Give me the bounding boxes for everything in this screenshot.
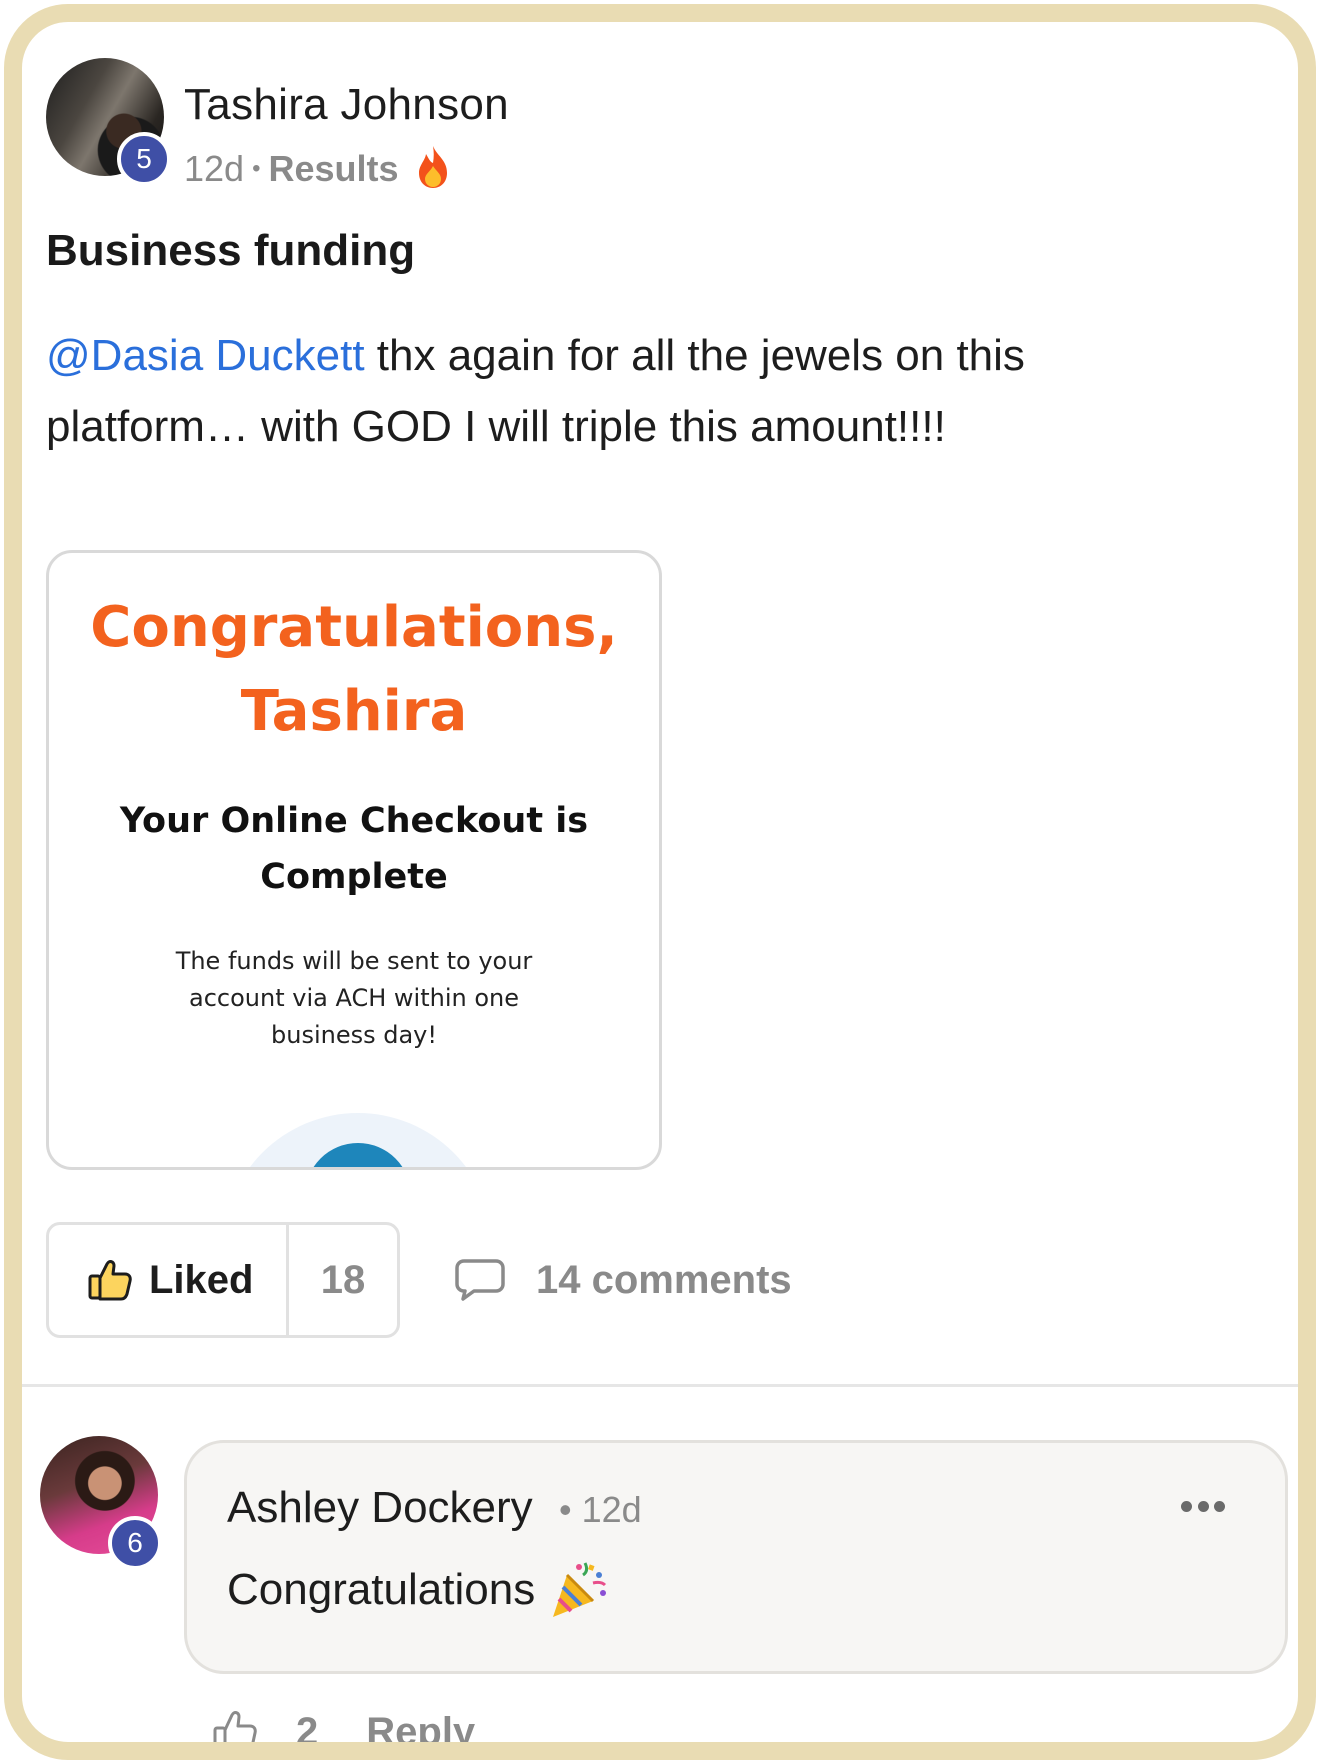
attachment-text: The funds will be sent to your account v…: [175, 947, 533, 1049]
author-level-badge: 5: [117, 132, 171, 186]
post-time: 12d: [184, 148, 245, 189]
attachment-headline-line2: Tashira: [240, 679, 468, 744]
commenter-name[interactable]: Ashley Dockery: [227, 1483, 533, 1533]
party-popper-icon: [553, 1562, 607, 1617]
post-card: 5 Tashira Johnson 12d • Results Business…: [4, 4, 1316, 1760]
like-label: Liked: [149, 1257, 254, 1302]
like-button[interactable]: Liked: [49, 1225, 289, 1335]
reply-button[interactable]: Reply: [366, 1710, 475, 1743]
comments-label: 14 comments: [536, 1257, 792, 1302]
user-mention[interactable]: @Dasia Duckett: [46, 331, 365, 380]
thumbs-up-outline-icon[interactable]: [212, 1708, 258, 1756]
comment-like-count: 2: [296, 1709, 319, 1754]
commenter-level-badge: 6: [108, 1516, 162, 1570]
comment-time: • 12d: [559, 1489, 642, 1530]
post-title: Business funding: [46, 226, 416, 275]
post-body: @Dasia Duckett thx again for all the jew…: [46, 320, 1146, 462]
comment-bubble: Ashley Dockery • 12d Congratulations: [184, 1440, 1288, 1674]
comment-bubble-icon: [455, 1259, 505, 1301]
author-name[interactable]: Tashira Johnson: [184, 80, 509, 130]
comments-button[interactable]: 14 comments: [454, 1222, 792, 1338]
attachment-headline-line1: Congratulations,: [90, 595, 618, 660]
section-divider: [22, 1384, 1298, 1387]
thumbs-up-icon: [88, 1260, 132, 1301]
more-options-icon[interactable]: [1181, 1501, 1225, 1515]
attachment-image[interactable]: Congratulations, Tashira Your Online Che…: [46, 550, 662, 1170]
comment-text-content: Congratulations: [227, 1565, 536, 1614]
post-meta: 12d • Results: [184, 146, 451, 192]
like-button-group: Liked 18: [46, 1222, 400, 1338]
fire-icon: [418, 146, 447, 188]
like-count[interactable]: 18: [289, 1225, 397, 1335]
comment-text: Congratulations: [227, 1559, 609, 1621]
comment-actions: 2 Reply: [212, 1702, 475, 1756]
post-category[interactable]: Results: [268, 148, 398, 190]
attachment-subheading: Your Online Checkout is Complete: [119, 801, 589, 897]
meta-separator: •: [252, 155, 261, 182]
